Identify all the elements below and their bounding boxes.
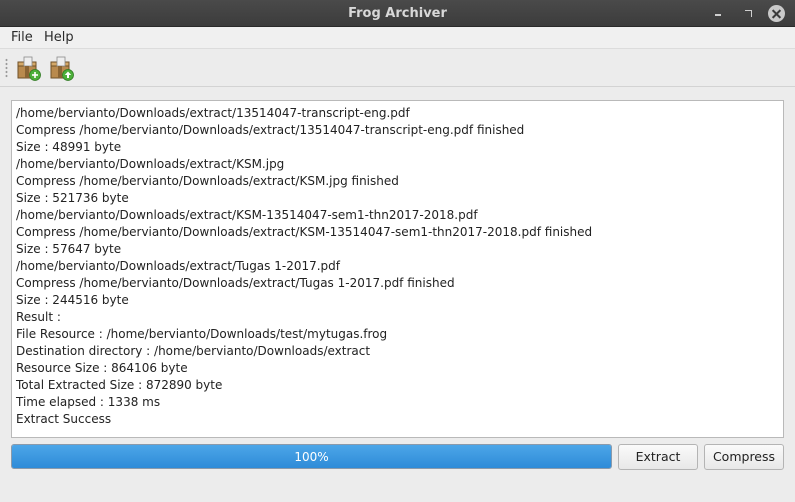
toolbar-grip[interactable] [5, 58, 8, 78]
log-line: Destination directory : /home/bervianto/… [16, 344, 371, 358]
log-line: /home/bervianto/Downloads/extract/KSM.jp… [16, 157, 285, 171]
extract-archive-button[interactable] [48, 54, 76, 82]
log-line: File Resource : /home/bervianto/Download… [16, 327, 388, 341]
minimize-icon[interactable] [710, 5, 727, 22]
log-line: /home/bervianto/Downloads/extract/135140… [16, 106, 410, 120]
compress-button[interactable]: Compress [704, 444, 784, 470]
progress-bar: 100% [11, 444, 612, 469]
log-line: Size : 521736 byte [16, 191, 129, 205]
menu-help[interactable]: Help [44, 30, 74, 45]
archive-add-icon [17, 56, 41, 81]
add-to-archive-button[interactable] [15, 54, 43, 82]
maximize-icon[interactable] [740, 5, 757, 22]
log-line: Compress /home/bervianto/Downloads/extra… [16, 276, 455, 290]
log-line: Compress /home/bervianto/Downloads/extra… [16, 123, 525, 137]
log-line: Size : 57647 byte [16, 242, 122, 256]
log-line: Size : 244516 byte [16, 293, 129, 307]
toolbar [0, 49, 795, 87]
log-output[interactable]: /home/bervianto/Downloads/extract/135140… [11, 100, 784, 438]
window-title: Frog Archiver [348, 6, 447, 21]
extract-button[interactable]: Extract [618, 444, 698, 470]
progress-label: 100% [294, 450, 329, 464]
log-line: Compress /home/bervianto/Downloads/extra… [16, 225, 593, 239]
log-line: Result : [16, 310, 61, 324]
log-line: Total Extracted Size : 872890 byte [16, 378, 223, 392]
log-line: Extract Success [16, 412, 112, 426]
close-icon[interactable] [768, 5, 785, 22]
log-line: /home/bervianto/Downloads/extract/KSM-13… [16, 208, 478, 222]
log-line: Compress /home/bervianto/Downloads/extra… [16, 174, 399, 188]
archive-extract-icon [50, 56, 74, 81]
log-line: Resource Size : 864106 byte [16, 361, 188, 375]
log-line: /home/bervianto/Downloads/extract/Tugas … [16, 259, 341, 273]
menu-file[interactable]: File [11, 30, 33, 45]
menu-bar: File Help [0, 27, 795, 49]
log-line: Time elapsed : 1338 ms [16, 395, 161, 409]
title-bar: Frog Archiver [0, 0, 795, 27]
log-line: Size : 48991 byte [16, 140, 122, 154]
